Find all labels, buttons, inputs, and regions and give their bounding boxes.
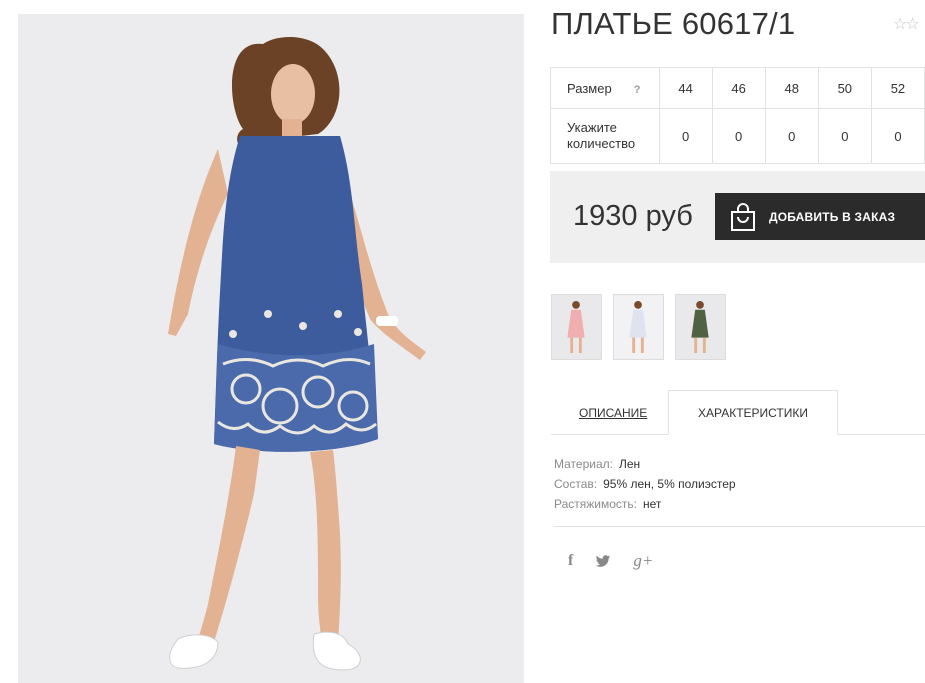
char-row-stretch: Растяжимость: нет (554, 494, 736, 514)
add-to-order-label: ДОБАВИТЬ В ЗАКАЗ (769, 209, 896, 224)
size-52: 52 (870, 67, 925, 109)
rating-stars-icon[interactable]: ☆☆ (893, 14, 920, 34)
size-label-cell: Размер? (550, 67, 660, 109)
size-table: Размер? 44 46 48 50 52 Укажите количеств… (550, 67, 925, 164)
shopping-bag-icon (731, 202, 755, 231)
size-50: 50 (817, 67, 872, 109)
thumbnail-green[interactable] (675, 294, 726, 360)
char-key: Растяжимость: (554, 497, 638, 511)
size-48: 48 (764, 67, 819, 109)
size-help-icon[interactable]: ? (634, 84, 641, 96)
size-44: 44 (658, 67, 713, 109)
social-share: f g+ (568, 551, 653, 571)
quantity-input-44[interactable]: 0 (658, 108, 713, 164)
thumbnail-pink[interactable] (551, 294, 602, 360)
char-row-composition: Состав: 95% лен, 5% полиэстер (554, 474, 736, 494)
product-photo[interactable] (18, 14, 524, 683)
add-to-order-button[interactable]: ДОБАВИТЬ В ЗАКАЗ (715, 193, 925, 240)
quantity-label-line2: количество (567, 136, 636, 151)
tab-characteristics[interactable]: ХАРАКТЕРИСТИКИ (668, 390, 838, 435)
size-46: 46 (711, 67, 766, 109)
characteristics-list: Материал: Лен Состав: 95% лен, 5% полиэсте… (554, 454, 736, 514)
char-value: нет (643, 497, 662, 511)
quantity-label-cell: Укажите количество (550, 108, 660, 164)
quantity-input-52[interactable]: 0 (870, 108, 925, 164)
tab-description[interactable]: ОПИСАНИЕ (579, 406, 647, 420)
size-label: Размер (567, 80, 612, 96)
char-key: Состав: (554, 477, 598, 491)
quantity-label-line1: Укажите (567, 120, 617, 135)
googleplus-icon[interactable]: g+ (633, 551, 653, 571)
facebook-icon[interactable]: f (568, 552, 573, 570)
quantity-input-48[interactable]: 0 (764, 108, 819, 164)
char-value: Лен (618, 457, 641, 471)
section-divider (554, 526, 925, 527)
price-box: 1930 руб ДОБАВИТЬ В ЗАКАЗ (550, 171, 925, 263)
char-row-material: Материал: Лен (554, 454, 736, 474)
char-value: 95% лен, 5% полиэстер (603, 477, 736, 491)
thumbnail-white[interactable] (613, 294, 664, 360)
size-row: Размер? 44 46 48 50 52 (550, 67, 925, 109)
quantity-input-46[interactable]: 0 (711, 108, 766, 164)
product-title: ПЛАТЬЕ 60617/1 (551, 6, 796, 41)
quantity-row: Укажите количество 0 0 0 0 0 (550, 108, 925, 164)
price: 1930 руб (573, 200, 693, 232)
char-key: Материал: (554, 457, 613, 471)
quantity-input-50[interactable]: 0 (817, 108, 872, 164)
twitter-icon[interactable] (595, 554, 611, 568)
